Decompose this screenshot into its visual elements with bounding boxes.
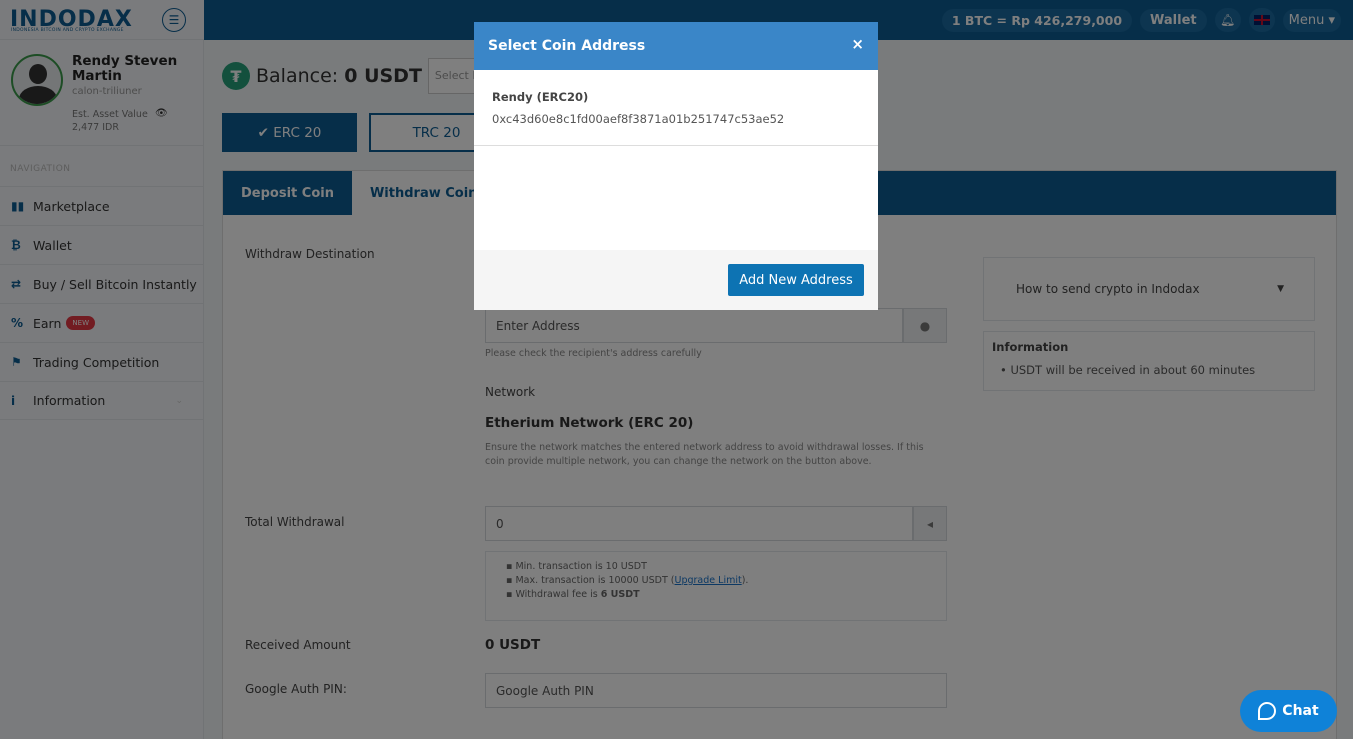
address-name: Rendy (ERC20) (492, 90, 589, 104)
chat-bubble-icon (1258, 702, 1277, 720)
modal-title: Select Coin Address (488, 38, 646, 54)
chat-label: Chat (1282, 703, 1319, 719)
modal-header: Select Coin Address × (474, 22, 878, 70)
address-value: 0xc43d60e8c1fd00aef8f3871a01b251747c53ae… (492, 112, 785, 126)
chat-button[interactable]: Chat (1240, 690, 1337, 732)
close-icon[interactable]: × (851, 35, 864, 53)
modal-footer: Add New Address (474, 250, 878, 310)
add-new-address-button[interactable]: Add New Address (728, 264, 864, 296)
select-coin-address-modal: Select Coin Address × Rendy (ERC20) 0xc4… (474, 22, 878, 310)
address-list-item[interactable]: Rendy (ERC20) 0xc43d60e8c1fd00aef8f3871a… (474, 70, 878, 146)
